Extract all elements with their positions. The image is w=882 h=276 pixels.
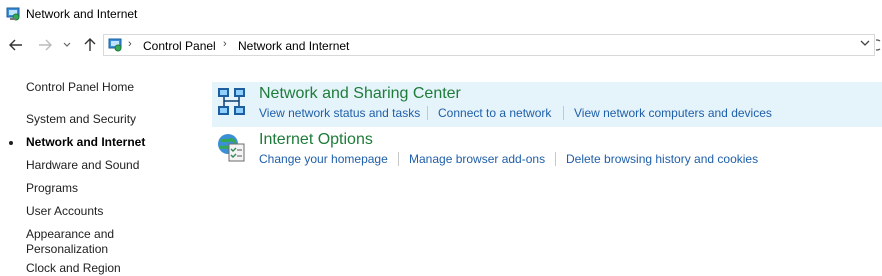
left-navigation-pane: Control Panel Home System and Security N… xyxy=(0,72,200,275)
refresh-icon xyxy=(876,39,881,51)
breadcrumb-separator[interactable]: › xyxy=(128,38,132,50)
network-sharing-icon xyxy=(218,88,245,115)
category-internet-options: Internet Options Change your homepage Ma… xyxy=(212,128,882,170)
network-internet-icon xyxy=(6,7,20,21)
refresh-button[interactable] xyxy=(876,38,882,52)
nav-clock-and-region[interactable]: Clock and Region xyxy=(26,261,121,276)
category-network-sharing-center: Network and Sharing Center View network … xyxy=(212,82,882,127)
forward-button[interactable] xyxy=(35,35,55,55)
navigation-bar: › Control Panel › Network and Internet xyxy=(0,32,882,60)
network-sharing-center-heading[interactable]: Network and Sharing Center xyxy=(259,85,461,103)
internet-options-heading[interactable]: Internet Options xyxy=(259,131,373,149)
link-divider xyxy=(563,106,564,120)
active-indicator xyxy=(9,141,13,145)
up-button[interactable] xyxy=(80,35,100,55)
forward-arrow-icon xyxy=(39,39,52,51)
back-button[interactable] xyxy=(6,35,26,55)
back-arrow-icon xyxy=(9,39,22,51)
delete-browsing-history-link[interactable]: Delete browsing history and cookies xyxy=(566,152,758,166)
nav-personalization[interactable]: Personalization xyxy=(26,242,108,257)
window-title: Network and Internet xyxy=(26,7,138,21)
recent-locations-button[interactable] xyxy=(60,35,74,55)
view-network-computers-link[interactable]: View network computers and devices xyxy=(574,106,772,120)
address-bar[interactable]: › Control Panel › Network and Internet xyxy=(103,34,875,56)
chevron-down-icon[interactable] xyxy=(860,39,870,47)
connect-to-network-link[interactable]: Connect to a network xyxy=(438,106,551,120)
view-network-status-link[interactable]: View network status and tasks xyxy=(259,106,420,120)
nav-appearance-and[interactable]: Appearance and xyxy=(26,227,114,242)
link-divider xyxy=(398,152,399,166)
title-bar: Network and Internet xyxy=(0,0,882,30)
network-internet-icon xyxy=(108,38,122,52)
nav-hardware-and-sound[interactable]: Hardware and Sound xyxy=(26,158,139,173)
link-divider xyxy=(427,106,428,120)
breadcrumb-separator[interactable]: › xyxy=(223,38,227,50)
breadcrumb-network-and-internet[interactable]: Network and Internet xyxy=(238,39,349,53)
nav-network-and-internet[interactable]: Network and Internet xyxy=(26,135,145,150)
up-arrow-icon xyxy=(84,38,96,51)
nav-programs[interactable]: Programs xyxy=(26,181,78,196)
nav-control-panel-home[interactable]: Control Panel Home xyxy=(26,80,134,95)
nav-user-accounts[interactable]: User Accounts xyxy=(26,204,103,219)
link-divider xyxy=(555,152,556,166)
breadcrumb-control-panel[interactable]: Control Panel xyxy=(143,39,216,53)
manage-browser-addons-link[interactable]: Manage browser add-ons xyxy=(409,152,545,166)
nav-system-and-security[interactable]: System and Security xyxy=(26,112,136,127)
change-homepage-link[interactable]: Change your homepage xyxy=(259,152,388,166)
chevron-down-icon xyxy=(63,42,71,47)
internet-options-icon xyxy=(218,134,245,162)
